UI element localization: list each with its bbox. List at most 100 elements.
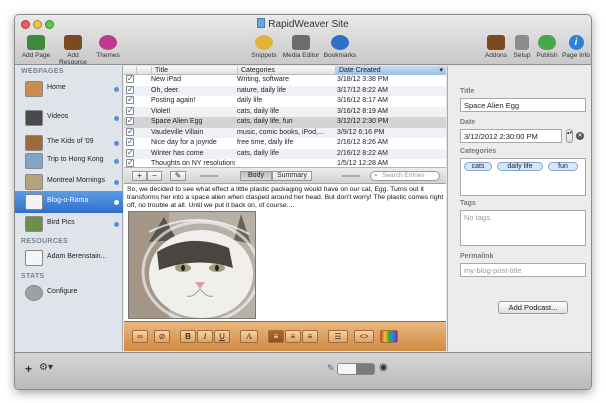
unlink-icon: ⊘ (158, 332, 166, 341)
add-entry-button[interactable]: + (132, 171, 147, 181)
published-checkbox[interactable]: ✓ (126, 117, 134, 125)
html-button[interactable]: <> (354, 330, 374, 343)
addons-button[interactable]: Addons (483, 35, 509, 59)
sidebar-item-trip-to-hong-kong[interactable]: Trip to Hong Kong (15, 150, 123, 172)
published-checkbox[interactable]: ✓ (126, 96, 134, 104)
add-resource-button[interactable]: Add Resource (53, 35, 93, 66)
document-icon (257, 18, 266, 28)
column-header-categories[interactable]: Categories (237, 66, 335, 75)
underline-button[interactable]: U (214, 330, 230, 343)
table-row[interactable]: ✓ Winter has come cats, daily life 2/16/… (124, 148, 446, 159)
divider (200, 175, 218, 177)
italic-button[interactable]: I (197, 330, 213, 343)
column-header-checkbox[interactable] (124, 66, 136, 75)
color-picker-button[interactable] (380, 330, 398, 343)
unlink-button[interactable]: ⊘ (154, 330, 170, 343)
bold-button[interactable]: B (180, 330, 196, 343)
edit-entry-button[interactable]: ✎ (170, 171, 186, 181)
list-button[interactable]: ☰ (328, 330, 348, 343)
setup-button[interactable]: Setup (511, 35, 533, 59)
category-tag[interactable]: cats (464, 162, 492, 171)
gear-icon (25, 285, 43, 301)
snippets-button[interactable]: Snippets (249, 35, 279, 59)
themes-button[interactable]: Themes (95, 35, 121, 59)
page-info-icon: i (568, 35, 584, 50)
column-header-blank[interactable] (136, 66, 151, 75)
search-placeholder: Search Entries (382, 172, 425, 179)
column-header-date-created[interactable]: Date Created ▾ (335, 66, 446, 75)
table-row[interactable]: ✓ Posting again! daily life 3/16/12 8:17… (124, 96, 446, 107)
category-tag[interactable]: fun (548, 162, 578, 171)
published-checkbox[interactable]: ✓ (126, 106, 134, 115)
search-entries-field[interactable]: ⌕ Search Entries (370, 171, 440, 181)
link-button[interactable]: ∞ (132, 330, 148, 343)
row-date: 3/17/12 8:22 AM (337, 86, 388, 94)
sidebar-item-montreal-mornings[interactable]: Montreal Mornings (15, 171, 123, 193)
sidebar-item-home[interactable]: Home (15, 78, 123, 100)
published-checkbox[interactable]: ✓ (126, 138, 134, 146)
bookmarks-icon (331, 35, 349, 50)
status-dot (114, 159, 119, 164)
add-page-button[interactable]: Add Page (21, 35, 51, 59)
publish-button[interactable]: Publish (534, 35, 560, 59)
page-info-button[interactable]: i Page Info (561, 35, 591, 59)
add-page-bottom-button[interactable]: + (25, 362, 32, 376)
media-editor-button[interactable]: Media Editor (281, 35, 321, 59)
status-dot (114, 222, 119, 227)
row-title: Violet! (151, 107, 171, 115)
divider (342, 175, 360, 177)
body-editor[interactable]: So, we decided to see what effect a litt… (124, 184, 446, 321)
sidebar: WEBPAGES Home Videos The Kids of '09 Tri… (15, 66, 123, 351)
edit-preview-toggle[interactable] (337, 363, 375, 375)
font-button[interactable]: A (240, 330, 258, 343)
sidebar-item-resource[interactable]: Adam Berenstain... (15, 247, 123, 269)
column-header-title[interactable]: Title (151, 66, 237, 75)
photo-album-icon (25, 174, 43, 190)
bookmarks-button[interactable]: Bookmarks (323, 35, 357, 59)
remove-entry-button[interactable]: − (147, 171, 162, 181)
webpages-heading: WEBPAGES (21, 68, 64, 75)
published-checkbox[interactable]: ✓ (126, 159, 134, 167)
categories-field[interactable]: cats daily life fun (460, 158, 586, 196)
table-row-selected[interactable]: ✓ Space Alien Egg cats, daily life, fun … (124, 117, 446, 128)
align-right-button[interactable]: ≡ (302, 330, 318, 343)
table-row[interactable]: ✓ Violet! cats, daily life 3/16/12 8:19 … (124, 106, 446, 117)
align-left-button[interactable]: ≡ (268, 330, 284, 343)
row-date: 3/18/12 3:38 PM (337, 76, 389, 83)
row-title: Vaudeville Villain (151, 128, 204, 136)
cat-photo[interactable] (128, 211, 256, 319)
addons-label: Addons (484, 52, 508, 59)
sidebar-item-blog-o-rama[interactable]: Blog-o-Rama (15, 191, 123, 213)
sidebar-item-bird-pics[interactable]: Bird Pics (15, 213, 123, 235)
tags-field[interactable]: No tags. (460, 210, 586, 246)
sidebar-item-videos[interactable]: Videos (15, 107, 123, 129)
table-row[interactable]: ✓ Nice day for a joyride free time, dail… (124, 138, 446, 149)
entry-body-text[interactable]: So, we decided to see what effect a litt… (127, 186, 445, 210)
tab-summary[interactable]: Summary (272, 171, 312, 181)
row-title: Posting again! (151, 97, 196, 104)
table-row[interactable]: ✓ Oh, deer. nature, daily life 3/17/12 8… (124, 85, 446, 96)
tab-body[interactable]: Body (240, 171, 272, 181)
row-title: Oh, deer. (151, 86, 180, 94)
permalink-field[interactable]: my-blog-post-title (460, 263, 586, 277)
table-row[interactable]: ✓ Vaudeville Villain music, comic books,… (124, 127, 446, 138)
sidebar-item-configure[interactable]: Configure (15, 282, 123, 304)
table-row[interactable]: ✓ New iPad Writing, software 3/18/12 3:3… (124, 75, 446, 86)
date-stepper[interactable]: ▴▾ (566, 129, 573, 143)
published-checkbox[interactable]: ✓ (126, 85, 134, 94)
add-podcast-button[interactable]: Add Podcast... (498, 301, 568, 314)
date-reset-icon[interactable]: ✕ (576, 132, 584, 140)
gear-icon[interactable]: ⚙▾ (39, 362, 53, 373)
published-checkbox[interactable]: ✓ (126, 75, 134, 83)
tags-label: Tags (460, 200, 476, 207)
code-icon: <> (359, 332, 369, 341)
published-checkbox[interactable]: ✓ (126, 148, 134, 157)
category-tag[interactable]: daily life (497, 162, 543, 171)
row-categories: nature, daily life (237, 86, 287, 94)
home-page-icon (25, 81, 43, 97)
title-field[interactable]: Space Alien Egg (460, 98, 586, 112)
row-categories: free time, daily life (237, 139, 294, 146)
published-checkbox[interactable]: ✓ (126, 127, 134, 136)
date-field[interactable]: 3/12/2012 2:30:00 PM (460, 129, 562, 143)
align-center-button[interactable]: ≡ (285, 330, 301, 343)
